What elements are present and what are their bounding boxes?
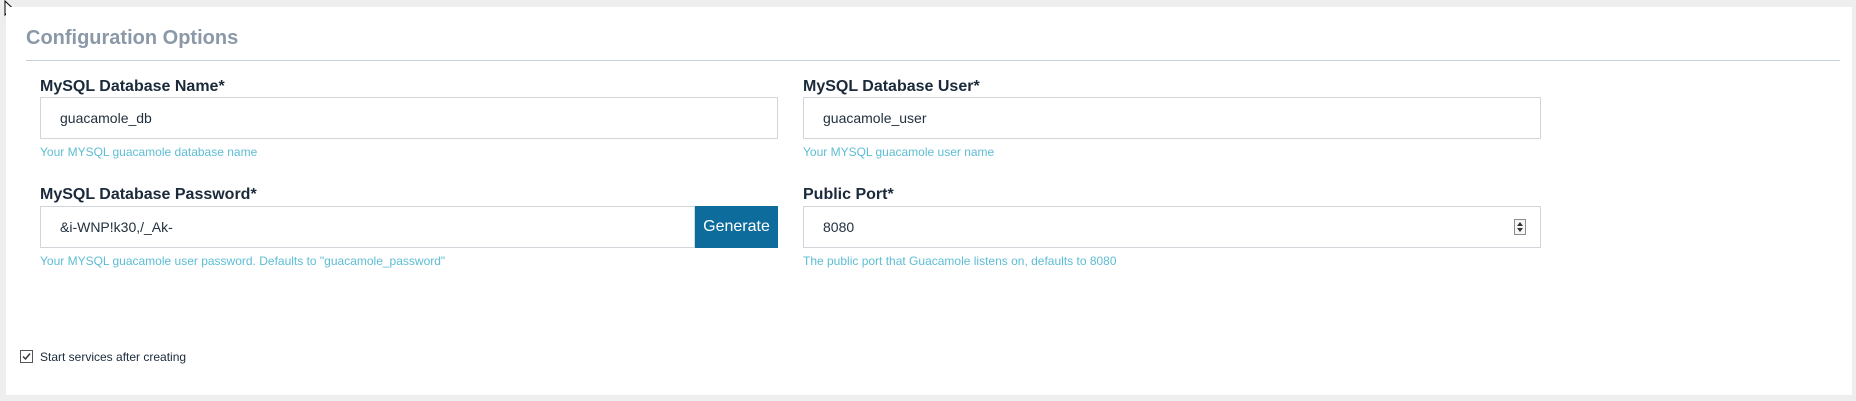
spinner-down-icon[interactable]	[1517, 228, 1523, 232]
configuration-panel: Configuration Options MySQL Database Nam…	[6, 7, 1852, 395]
db-name-label: MySQL Database Name*	[40, 78, 225, 95]
section-title: Configuration Options	[26, 27, 239, 49]
db-name-input[interactable]	[40, 97, 778, 139]
public-port-value: 8080	[823, 219, 855, 235]
number-spinner-icon[interactable]	[1514, 219, 1526, 235]
public-port-help: The public port that Guacamole listens o…	[803, 254, 1117, 268]
spinner-up-icon[interactable]	[1517, 222, 1523, 226]
db-user-input[interactable]	[803, 97, 1541, 139]
db-name-help: Your MYSQL guacamole database name	[40, 145, 258, 159]
public-port-label: Public Port*	[803, 186, 894, 203]
title-divider	[26, 60, 1840, 61]
checkmark-icon	[22, 353, 31, 361]
generate-password-button[interactable]: Generate	[695, 206, 778, 248]
db-password-input[interactable]	[40, 206, 695, 248]
public-port-input[interactable]: 8080	[803, 206, 1541, 248]
start-services-label[interactable]: Start services after creating	[40, 350, 186, 364]
db-user-label: MySQL Database User*	[803, 78, 980, 95]
db-password-label: MySQL Database Password*	[40, 186, 257, 203]
db-password-help: Your MYSQL guacamole user password. Defa…	[40, 254, 446, 268]
start-services-checkbox[interactable]	[20, 350, 33, 363]
db-user-help: Your MYSQL guacamole user name	[803, 145, 995, 159]
